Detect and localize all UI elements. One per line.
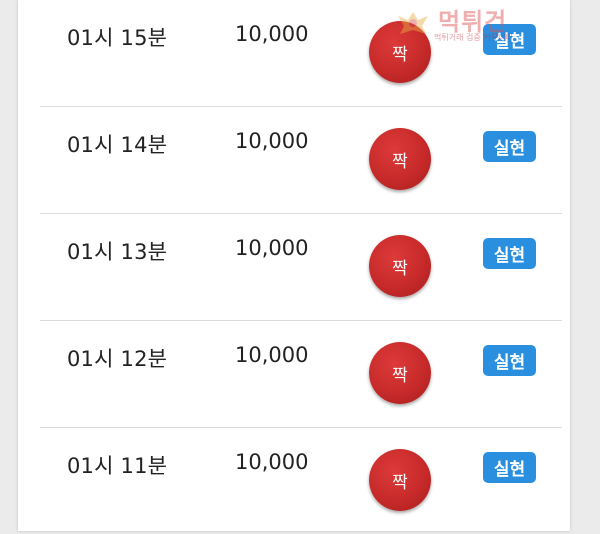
row-amount: 10,000 (235, 236, 309, 260)
row-amount: 10,000 (235, 343, 309, 367)
history-row: 01시 12분 10,000 짝 실현 (40, 321, 562, 428)
row-time: 01시 13분 (67, 240, 168, 264)
row-amount: 10,000 (235, 22, 309, 46)
result-ball: 짝 (369, 235, 431, 297)
status-badge: 실현 (483, 345, 536, 376)
result-ball: 짝 (369, 128, 431, 190)
history-row: 01시 15분 10,000 짝 실현 (40, 0, 562, 107)
row-time: 01시 15분 (67, 26, 168, 50)
history-row: 01시 11분 10,000 짝 실현 (40, 428, 562, 534)
status-badge: 실현 (483, 452, 536, 483)
row-time: 01시 11분 (67, 454, 168, 478)
history-card: 01시 15분 10,000 짝 실현 01시 14분 10,000 짝 실현 … (18, 0, 570, 531)
history-row: 01시 14분 10,000 짝 실현 (40, 107, 562, 214)
status-badge: 실현 (483, 238, 536, 269)
result-ball: 짝 (369, 342, 431, 404)
row-time: 01시 14분 (67, 133, 168, 157)
row-time: 01시 12분 (67, 347, 168, 371)
history-row: 01시 13분 10,000 짝 실현 (40, 214, 562, 321)
row-amount: 10,000 (235, 450, 309, 474)
status-badge: 실현 (483, 131, 536, 162)
result-ball: 짝 (369, 21, 431, 83)
row-amount: 10,000 (235, 129, 309, 153)
status-badge: 실현 (483, 24, 536, 55)
result-ball: 짝 (369, 449, 431, 511)
